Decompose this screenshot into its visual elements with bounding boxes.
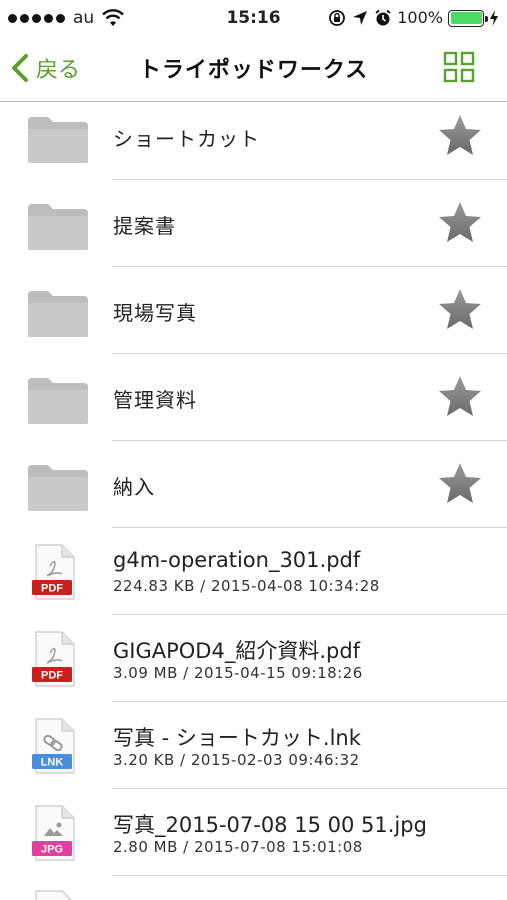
pdf-file-icon: PDF <box>32 544 75 600</box>
file-row-partial[interactable] <box>0 876 507 900</box>
file-list: ショートカット 提案書 現場写真 管理資料 納入 PDF g4m-operati… <box>0 103 507 900</box>
star-icon[interactable] <box>437 461 483 505</box>
folder-name: 現場写真 <box>113 301 197 325</box>
battery-icon <box>448 9 488 27</box>
folder-icon <box>28 465 88 511</box>
battery-fill <box>450 12 482 24</box>
file-meta: 3.09 MB / 2015-04-15 09:18:26 <box>113 664 363 682</box>
file-meta: 2.80 MB / 2015-07-08 15:01:08 <box>113 838 363 856</box>
folder-icon <box>28 117 88 163</box>
grid-view-icon[interactable] <box>443 51 475 83</box>
folder-name: ショートカット <box>113 127 260 151</box>
folder-name: 管理資料 <box>113 388 197 412</box>
folder-icon <box>28 291 88 337</box>
file-name: g4m-operation_301.pdf <box>113 548 361 572</box>
file-row[interactable]: LNK 写真 - ショートカット.lnk 3.20 KB / 2015-02-0… <box>0 702 507 789</box>
file-row[interactable]: PDF GIGAPOD4_紹介資料.pdf 3.09 MB / 2015-04-… <box>0 615 507 702</box>
status-right: 100% <box>328 7 499 29</box>
file-meta: 3.20 KB / 2015-02-03 09:46:32 <box>113 751 360 769</box>
folder-icon <box>28 204 88 250</box>
file-name: GIGAPOD4_紹介資料.pdf <box>113 639 361 663</box>
back-label: 戻る <box>36 58 81 83</box>
folder-row[interactable]: 提案書 <box>0 180 507 267</box>
location-arrow-icon <box>353 11 368 25</box>
image-file-icon: JPG <box>32 805 75 861</box>
star-icon[interactable] <box>437 287 483 331</box>
star-icon[interactable] <box>437 374 483 418</box>
file-icon <box>35 890 72 900</box>
svg-text:JPG: JPG <box>41 844 63 856</box>
navigation-bar: 戻る トライポッドワークス <box>0 36 507 102</box>
folder-row[interactable]: 現場写真 <box>0 267 507 354</box>
back-button[interactable]: 戻る <box>10 48 80 88</box>
star-icon[interactable] <box>437 200 483 244</box>
svg-text:PDF: PDF <box>41 670 63 682</box>
folder-row[interactable]: 納入 <box>0 441 507 528</box>
link-file-icon: LNK <box>32 718 75 774</box>
file-name: 写真 - ショートカット.lnk <box>113 726 361 750</box>
pdf-file-icon: PDF <box>32 631 75 687</box>
folder-name: 納入 <box>113 475 155 499</box>
chevron-left-icon <box>12 54 28 82</box>
folder-row[interactable]: 管理資料 <box>0 354 507 441</box>
svg-text:LNK: LNK <box>41 757 64 769</box>
folder-row[interactable]: ショートカット <box>0 103 507 180</box>
folder-name: 提案書 <box>113 214 176 238</box>
file-row[interactable]: JPG 写真_2015-07-08 15 00 51.jpg 2.80 MB /… <box>0 789 507 876</box>
file-meta: 224.83 KB / 2015-04-08 10:34:28 <box>113 577 380 595</box>
rotation-lock-icon <box>329 10 346 26</box>
charging-bolt-icon <box>490 10 498 26</box>
alarm-icon <box>375 9 391 26</box>
svg-text:PDF: PDF <box>41 583 63 595</box>
file-row[interactable]: PDF g4m-operation_301.pdf 224.83 KB / 20… <box>0 528 507 615</box>
battery-percent: 100% <box>397 8 443 27</box>
folder-icon <box>28 378 88 424</box>
star-icon[interactable] <box>437 113 483 157</box>
file-name: 写真_2015-07-08 15 00 51.jpg <box>113 813 427 837</box>
status-bar: au 15:16 100% <box>0 0 507 36</box>
